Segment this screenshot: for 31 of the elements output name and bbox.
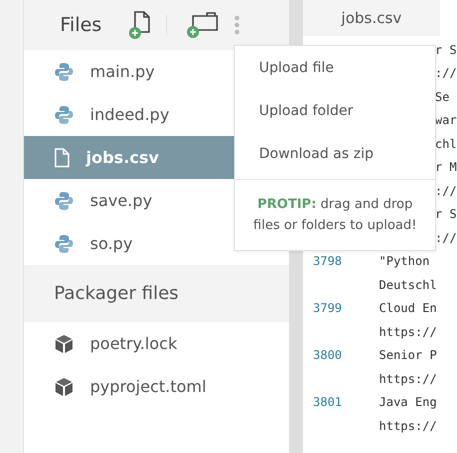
code-text: chl: [434, 136, 457, 151]
file-name: save.py: [90, 191, 152, 210]
code-text: "Python: [379, 254, 430, 268]
code-text: Se: [434, 90, 450, 104]
file-name: so.py: [90, 234, 133, 253]
code-text: ://: [434, 184, 457, 198]
file-name: indeed.py: [90, 105, 170, 124]
code-text: r S: [434, 42, 457, 57]
line-number: 3801: [313, 395, 342, 410]
code-text: r M: [434, 160, 457, 174]
line-number: 3799: [313, 301, 342, 316]
protip-text: PROTIP: drag and drop files or folders to upload!: [235, 179, 435, 250]
packager-title: Packager files: [54, 283, 179, 304]
code-text: Cloud En: [379, 301, 437, 316]
code-text: https://: [379, 418, 437, 433]
code-text: https://: [379, 324, 437, 339]
code-text: Senior P: [379, 348, 437, 362]
file-name: jobs.csv: [86, 148, 159, 167]
file-name: main.py: [90, 62, 155, 81]
code-text: war: [434, 113, 457, 128]
code-text: https://: [379, 372, 437, 386]
code-text: ://: [434, 66, 457, 80]
line-number: 3800: [313, 348, 342, 362]
code-text: Deutschl: [379, 278, 437, 292]
file-name: pyproject.toml: [90, 377, 206, 396]
line-number: 3798: [313, 254, 342, 268]
file-name: poetry.lock: [90, 334, 178, 353]
code-text: r S: [434, 207, 457, 222]
code-text: ://: [434, 230, 457, 245]
code-text: Java Eng: [379, 395, 437, 410]
files-title: Files: [60, 14, 103, 36]
